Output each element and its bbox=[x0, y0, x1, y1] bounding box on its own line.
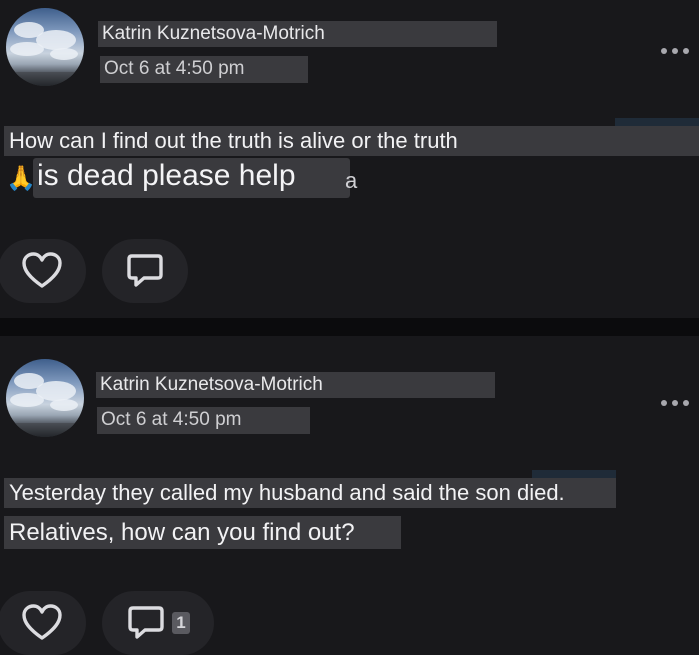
praying-hands-icon: 🙏 bbox=[6, 165, 36, 192]
like-button[interactable] bbox=[0, 591, 86, 655]
heart-outline-icon bbox=[22, 604, 62, 640]
post-text-line: Yesterday they called my husband and sai… bbox=[4, 478, 616, 508]
post-timestamp[interactable]: Oct 6 at 4:50 pm bbox=[100, 56, 308, 83]
author-name[interactable]: Katrin Kuznetsova-Motrich bbox=[96, 372, 495, 398]
post-timestamp[interactable]: Oct 6 at 4:50 pm bbox=[97, 407, 310, 434]
heart-outline-icon bbox=[22, 252, 62, 288]
more-options-icon[interactable] bbox=[661, 398, 689, 408]
post-text-line: Relatives, how can you find out? bbox=[4, 516, 401, 549]
author-name[interactable]: Katrin Kuznetsova-Motrich bbox=[98, 21, 497, 47]
more-options-icon[interactable] bbox=[661, 46, 689, 56]
post-card: Katrin Kuznetsova-Motrich Oct 6 at 4:50 … bbox=[0, 336, 699, 655]
post-text-line: is dead please help bbox=[33, 158, 350, 198]
like-button[interactable] bbox=[0, 239, 86, 303]
comment-count: 1 bbox=[172, 612, 190, 634]
truncated-text-fragment: a bbox=[345, 168, 358, 193]
post-card: Katrin Kuznetsova-Motrich Oct 6 at 4:50 … bbox=[0, 0, 699, 318]
comment-button[interactable]: 1 bbox=[102, 591, 214, 655]
comment-button[interactable] bbox=[102, 239, 188, 303]
avatar[interactable] bbox=[6, 359, 84, 437]
avatar[interactable] bbox=[6, 8, 84, 86]
comment-bubble-icon bbox=[127, 254, 163, 287]
post-text-line: How can I find out the truth is alive or… bbox=[4, 126, 699, 156]
comment-bubble-icon bbox=[128, 606, 164, 639]
